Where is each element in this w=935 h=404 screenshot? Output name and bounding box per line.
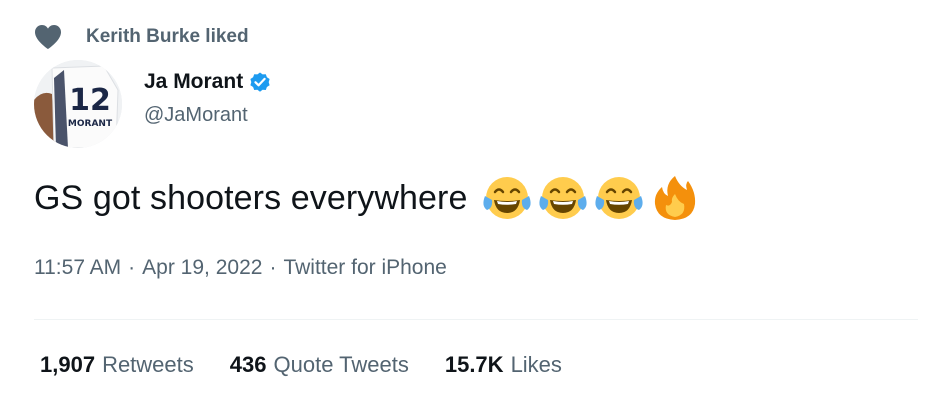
avatar[interactable]: 12 MORANT	[34, 60, 122, 148]
fire-icon	[649, 172, 701, 224]
tweet-meta: 11:57 AM · Apr 19, 2022 · Twitter for iP…	[34, 256, 447, 280]
tweet-stats: 1,907 Retweets 436 Quote Tweets 15.7K Li…	[40, 352, 598, 378]
social-context: Kerith Burke liked	[34, 24, 249, 50]
divider	[34, 319, 918, 320]
tweet-date[interactable]: Apr 19, 2022	[142, 256, 262, 280]
likes-label: Likes	[510, 352, 562, 377]
face-with-tears-of-joy-icon	[481, 172, 533, 224]
user-handle[interactable]: @JaMorant	[144, 104, 272, 127]
quote-tweets-label: Quote Tweets	[273, 352, 409, 377]
retweets-count: 1,907	[40, 352, 96, 377]
retweets-stat[interactable]: 1,907 Retweets	[40, 352, 194, 378]
face-with-tears-of-joy-icon	[537, 172, 589, 224]
tweet-source[interactable]: Twitter for iPhone	[283, 256, 446, 280]
retweets-label: Retweets	[102, 352, 194, 377]
quote-tweets-stat[interactable]: 436 Quote Tweets	[230, 352, 409, 378]
meta-separator: ·	[269, 256, 277, 279]
quote-tweets-count: 436	[229, 352, 267, 377]
emoji-row	[481, 172, 705, 224]
display-name[interactable]: Ja Morant	[144, 70, 243, 94]
meta-separator: ·	[128, 256, 136, 279]
avatar-number: 12	[69, 83, 111, 118]
liked-by-link[interactable]: Kerith Burke liked	[86, 26, 249, 48]
likes-stat[interactable]: 15.7K Likes	[445, 352, 562, 378]
tweet-time[interactable]: 11:57 AM	[34, 256, 121, 280]
tweet-card: Kerith Burke liked 12 MORANT Ja Morant @…	[0, 0, 935, 404]
verified-badge-icon	[248, 70, 272, 94]
likes-count: 15.7K	[444, 352, 504, 377]
author-block: 12 MORANT Ja Morant @JaMorant	[34, 60, 272, 148]
face-with-tears-of-joy-icon	[593, 172, 645, 224]
tweet-text-row: GS got shooters everywhere	[34, 172, 705, 224]
avatar-name: MORANT	[68, 119, 113, 129]
heart-icon	[34, 24, 62, 50]
tweet-text: GS got shooters everywhere	[34, 178, 468, 217]
avatar-image: 12 MORANT	[34, 60, 122, 148]
